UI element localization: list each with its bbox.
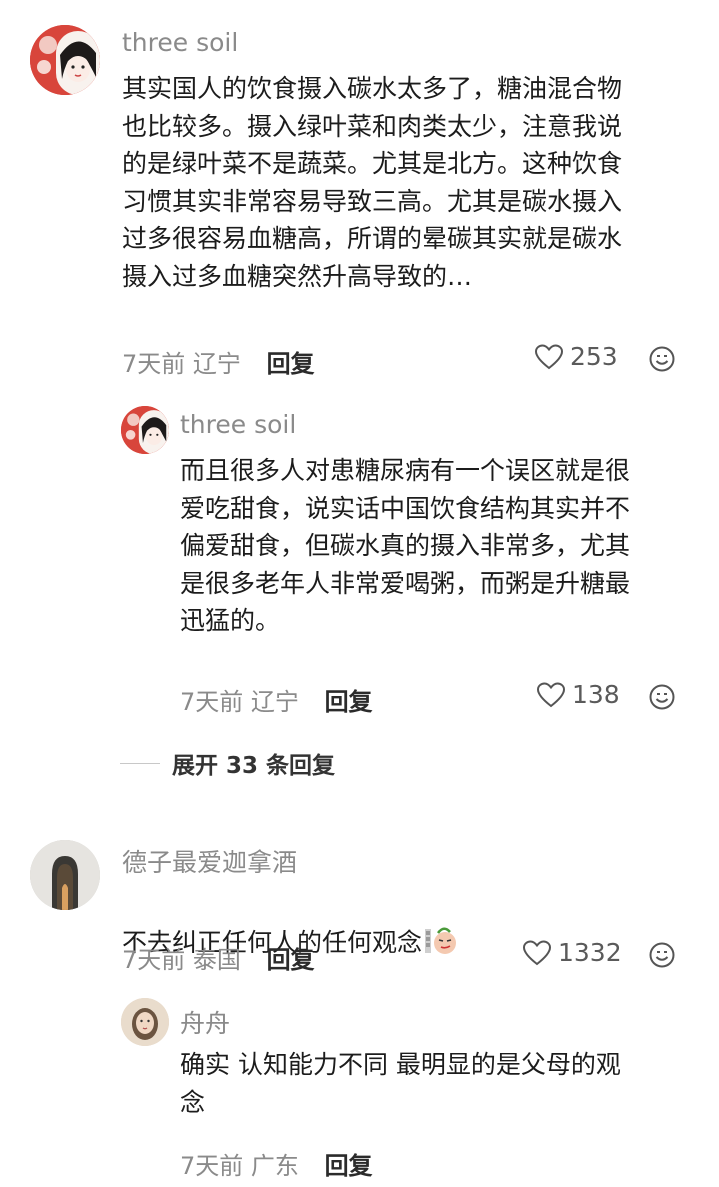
reply-meta: 7天前 广东 回复 — [180, 1146, 373, 1181]
like-count: 253 — [570, 342, 618, 371]
heart-outline-icon — [536, 681, 566, 707]
emoji-react-button[interactable] — [649, 942, 675, 972]
comment-location: 辽宁 — [192, 350, 241, 378]
expand-replies-button[interactable]: 展开 33 条回复 — [120, 746, 335, 780]
reply-username[interactable]: 舟舟 — [180, 1004, 230, 1040]
smiley-icon — [649, 684, 675, 710]
avatar-image — [121, 998, 169, 1046]
reply-button[interactable]: 回复 — [267, 946, 315, 974]
smiley-icon — [649, 346, 675, 372]
like-count: 138 — [572, 680, 620, 709]
comment-meta: 7天前 泰国 回复 — [122, 940, 315, 975]
reply-avatar[interactable] — [121, 406, 169, 454]
comment-thread: three soil 其实国人的饮食摄入碳水太多了，糖油混合物 也比较多。摄入绿… — [0, 0, 719, 1187]
avatar[interactable] — [30, 25, 100, 95]
smirk-sticker-icon — [424, 925, 458, 966]
emoji-react-button[interactable] — [649, 684, 675, 714]
reply-button[interactable]: 回复 — [325, 1152, 373, 1180]
comment-location: 泰国 — [192, 946, 241, 974]
reply-text: 确实 认知能力不同 最明显的是父母的观 念 — [180, 1050, 621, 1117]
comment-username[interactable]: 德子最爱迦拿酒 — [122, 843, 297, 879]
reply-time: 7天前 — [180, 1152, 244, 1180]
avatar-image — [30, 25, 100, 95]
expand-replies-label: 展开 33 条回复 — [172, 753, 336, 779]
like-count: 1332 — [558, 938, 622, 967]
reply-text: 而且很多人对患糖尿病有一个误区就是很 爱吃甜食，说实话中国饮食结构其实并不 偏爱… — [180, 456, 631, 635]
comment-time: 7天前 — [122, 350, 186, 378]
avatar-image — [30, 840, 100, 910]
avatar-image — [121, 406, 169, 454]
comment-username[interactable]: three soil — [122, 28, 238, 57]
avatar[interactable] — [30, 840, 100, 910]
like-button[interactable]: 1332 — [522, 938, 622, 967]
reply-button[interactable]: 回复 — [325, 688, 373, 716]
comment-meta: 7天前 辽宁 回复 — [122, 344, 315, 379]
like-button[interactable]: 138 — [536, 680, 620, 709]
reply-username[interactable]: three soil — [180, 410, 296, 439]
emoji-react-button[interactable] — [649, 346, 675, 376]
heart-outline-icon — [522, 939, 552, 965]
comment-text: 其实国人的饮食摄入碳水太多了，糖油混合物 也比较多。摄入绿叶菜和肉类太少，注意我… — [122, 74, 623, 291]
expand-divider — [120, 762, 160, 764]
reply-location: 广东 — [250, 1152, 299, 1180]
reply-location: 辽宁 — [250, 688, 299, 716]
heart-outline-icon — [534, 343, 564, 369]
reply-avatar[interactable] — [121, 998, 169, 1046]
reply-meta: 7天前 辽宁 回复 — [180, 682, 373, 717]
comment-time: 7天前 — [122, 946, 186, 974]
reply-time: 7天前 — [180, 688, 244, 716]
reply-button[interactable]: 回复 — [267, 350, 315, 378]
smiley-icon — [649, 942, 675, 968]
like-button[interactable]: 253 — [534, 342, 618, 371]
